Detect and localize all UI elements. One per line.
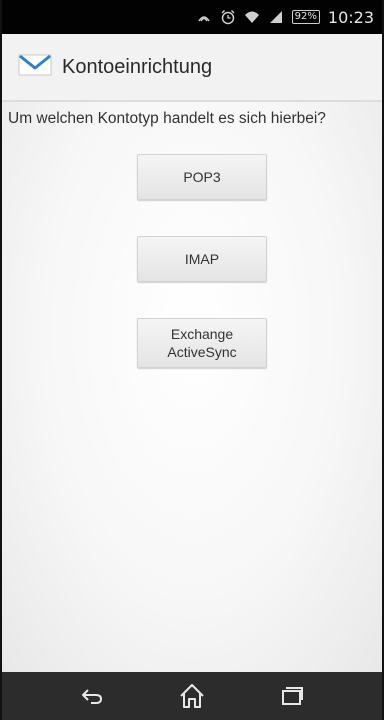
content-area: Um welchen Kontotyp handelt es sich hier… — [2, 102, 382, 672]
navigation-bar — [2, 672, 382, 720]
exchange-label-line1: Exchange — [170, 326, 234, 342]
status-time: 10:23 — [327, 7, 374, 27]
exchange-activesync-button[interactable]: Exchange ActiveSync — [137, 318, 267, 368]
pop3-button[interactable]: POP3 — [137, 154, 267, 200]
phone-screen: 92% 10:23 Kontoeinrichtung Um welchen Ko… — [0, 0, 384, 720]
alarm-icon — [220, 9, 236, 25]
battery-indicator: 92% — [291, 10, 320, 24]
mail-envelope-icon — [18, 53, 52, 81]
signal-icon — [268, 9, 284, 25]
exchange-label-line2: ActiveSync — [167, 344, 237, 360]
back-icon[interactable] — [72, 676, 112, 716]
status-bar: 92% 10:23 — [2, 0, 382, 34]
home-icon[interactable] — [172, 676, 212, 716]
nfc-icon — [196, 9, 212, 25]
wifi-icon — [244, 9, 260, 25]
recents-icon[interactable] — [272, 676, 312, 716]
action-bar: Kontoeinrichtung — [2, 34, 382, 100]
page-title: Kontoeinrichtung — [62, 55, 213, 78]
pop3-button-label: POP3 — [183, 169, 221, 185]
imap-button[interactable]: IMAP — [137, 236, 267, 282]
imap-button-label: IMAP — [184, 251, 220, 267]
account-type-question: Um welchen Kontotyp handelt es sich hier… — [8, 110, 326, 127]
